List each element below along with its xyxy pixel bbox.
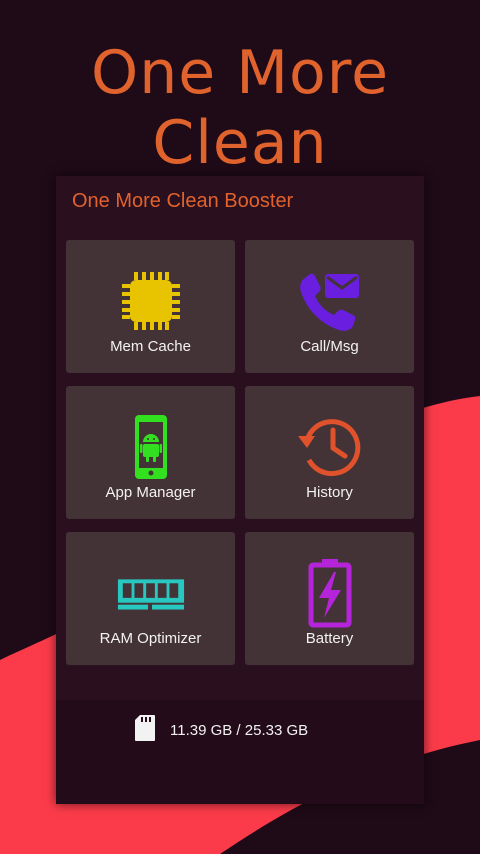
- call-msg-label: Call/Msg: [300, 338, 359, 355]
- battery-charging-icon: [295, 558, 365, 628]
- history-button[interactable]: History: [245, 386, 414, 519]
- battery-label: Battery: [305, 630, 354, 647]
- history-label: History: [306, 484, 353, 501]
- chip-icon: [116, 266, 186, 336]
- mem-cache-label: Mem Cache: [110, 338, 191, 355]
- storage-usage-text: 11.39 GB / 25.33 GB: [170, 721, 309, 739]
- call-msg-button[interactable]: Call/Msg: [245, 240, 414, 373]
- battery-button[interactable]: Battery: [245, 532, 414, 665]
- app-manager-label: App Manager: [105, 484, 196, 501]
- ram-optimizer-button[interactable]: RAM Optimizer: [66, 532, 235, 665]
- history-clock-icon: [295, 412, 365, 482]
- phone-message-icon: [295, 266, 365, 336]
- app-manager-button[interactable]: App Manager: [66, 386, 235, 519]
- booster-panel: One More Clean Booster Mem Cache Call/Ms…: [56, 176, 424, 804]
- app-headline: One More Clean: [91, 38, 389, 178]
- mem-cache-button[interactable]: Mem Cache: [66, 240, 235, 373]
- panel-title: One More Clean Booster: [72, 190, 294, 212]
- storage-bar: 11.39 GB / 25.33 GB: [56, 700, 424, 804]
- sd-card-icon: [134, 714, 156, 746]
- ram-stick-icon: [116, 558, 186, 628]
- ram-optimizer-label: RAM Optimizer: [99, 630, 202, 647]
- android-phone-icon: [116, 412, 186, 482]
